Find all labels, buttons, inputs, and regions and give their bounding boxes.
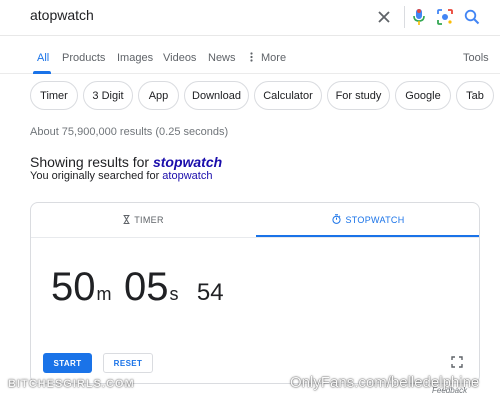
lens-icon[interactable]: [434, 6, 456, 28]
original-query-link[interactable]: atopwatch: [162, 170, 212, 182]
search-icon[interactable]: [461, 6, 483, 28]
original-query-line: You originally searched for atopwatch: [30, 170, 212, 182]
seconds-value: 05: [123, 265, 169, 309]
stopwatch-icon: [332, 214, 345, 226]
result-stats: About 75,900,000 results (0.25 seconds): [30, 126, 229, 138]
stopwatch-widget: TIMER STOPWATCH 50m 05s 54 START RESET: [30, 202, 480, 384]
widget-active-tab-indicator: [256, 235, 479, 237]
chip-3-digit[interactable]: 3 Digit: [83, 81, 133, 110]
search-input[interactable]: [30, 7, 330, 23]
watermark-right: OnlyFans.com/belledelphine: [290, 374, 480, 391]
minutes-unit: m: [96, 284, 112, 304]
minutes-value: 50: [51, 265, 96, 309]
chip-tab[interactable]: Tab: [456, 81, 494, 110]
tab-images[interactable]: Images: [117, 52, 153, 64]
clear-icon[interactable]: [373, 6, 395, 28]
active-tab-indicator: [33, 71, 51, 74]
showing-results-line: Showing results for stopwatch: [30, 154, 222, 170]
microphone-icon[interactable]: [408, 6, 430, 28]
chip-timer[interactable]: Timer: [30, 81, 78, 110]
tab-videos[interactable]: Videos: [163, 52, 196, 64]
tab-news[interactable]: News: [208, 52, 236, 64]
chip-calculator[interactable]: Calculator: [254, 81, 322, 110]
widget-tab-stopwatch-label: STOPWATCH: [345, 215, 405, 225]
widget-tab-divider: [31, 237, 479, 238]
fullscreen-icon[interactable]: [451, 355, 463, 368]
chip-download[interactable]: Download: [184, 81, 249, 110]
watermark-left: BITCHESGIRLS.COM: [8, 378, 135, 390]
more-vert-icon[interactable]: [250, 52, 253, 64]
showing-prefix: Showing results for: [30, 154, 150, 170]
widget-tab-timer-label: TIMER: [134, 215, 164, 225]
chip-for-study[interactable]: For study: [327, 81, 390, 110]
reset-button[interactable]: RESET: [103, 353, 153, 373]
stopwatch-display: 50m 05s 54: [51, 265, 224, 315]
corrected-query-link[interactable]: stopwatch: [153, 154, 222, 170]
start-button[interactable]: START: [43, 353, 92, 373]
tab-tools[interactable]: Tools: [463, 52, 489, 64]
tab-products[interactable]: Products: [62, 52, 105, 64]
widget-tab-timer[interactable]: TIMER: [31, 203, 256, 237]
tab-more[interactable]: More: [261, 52, 286, 64]
tab-all[interactable]: All: [37, 52, 49, 64]
original-prefix: You originally searched for: [30, 170, 160, 182]
chip-app[interactable]: App: [138, 81, 179, 110]
seconds-unit: s: [169, 284, 179, 304]
hundredths-value: 54: [196, 279, 224, 306]
chip-google[interactable]: Google: [395, 81, 451, 110]
search-divider: [404, 6, 405, 28]
hourglass-icon: [123, 214, 134, 226]
search-bar: [0, 0, 500, 36]
search-nav-tabs: All Products Images Videos News More Too…: [0, 50, 500, 74]
widget-tab-stopwatch[interactable]: STOPWATCH: [256, 203, 479, 237]
